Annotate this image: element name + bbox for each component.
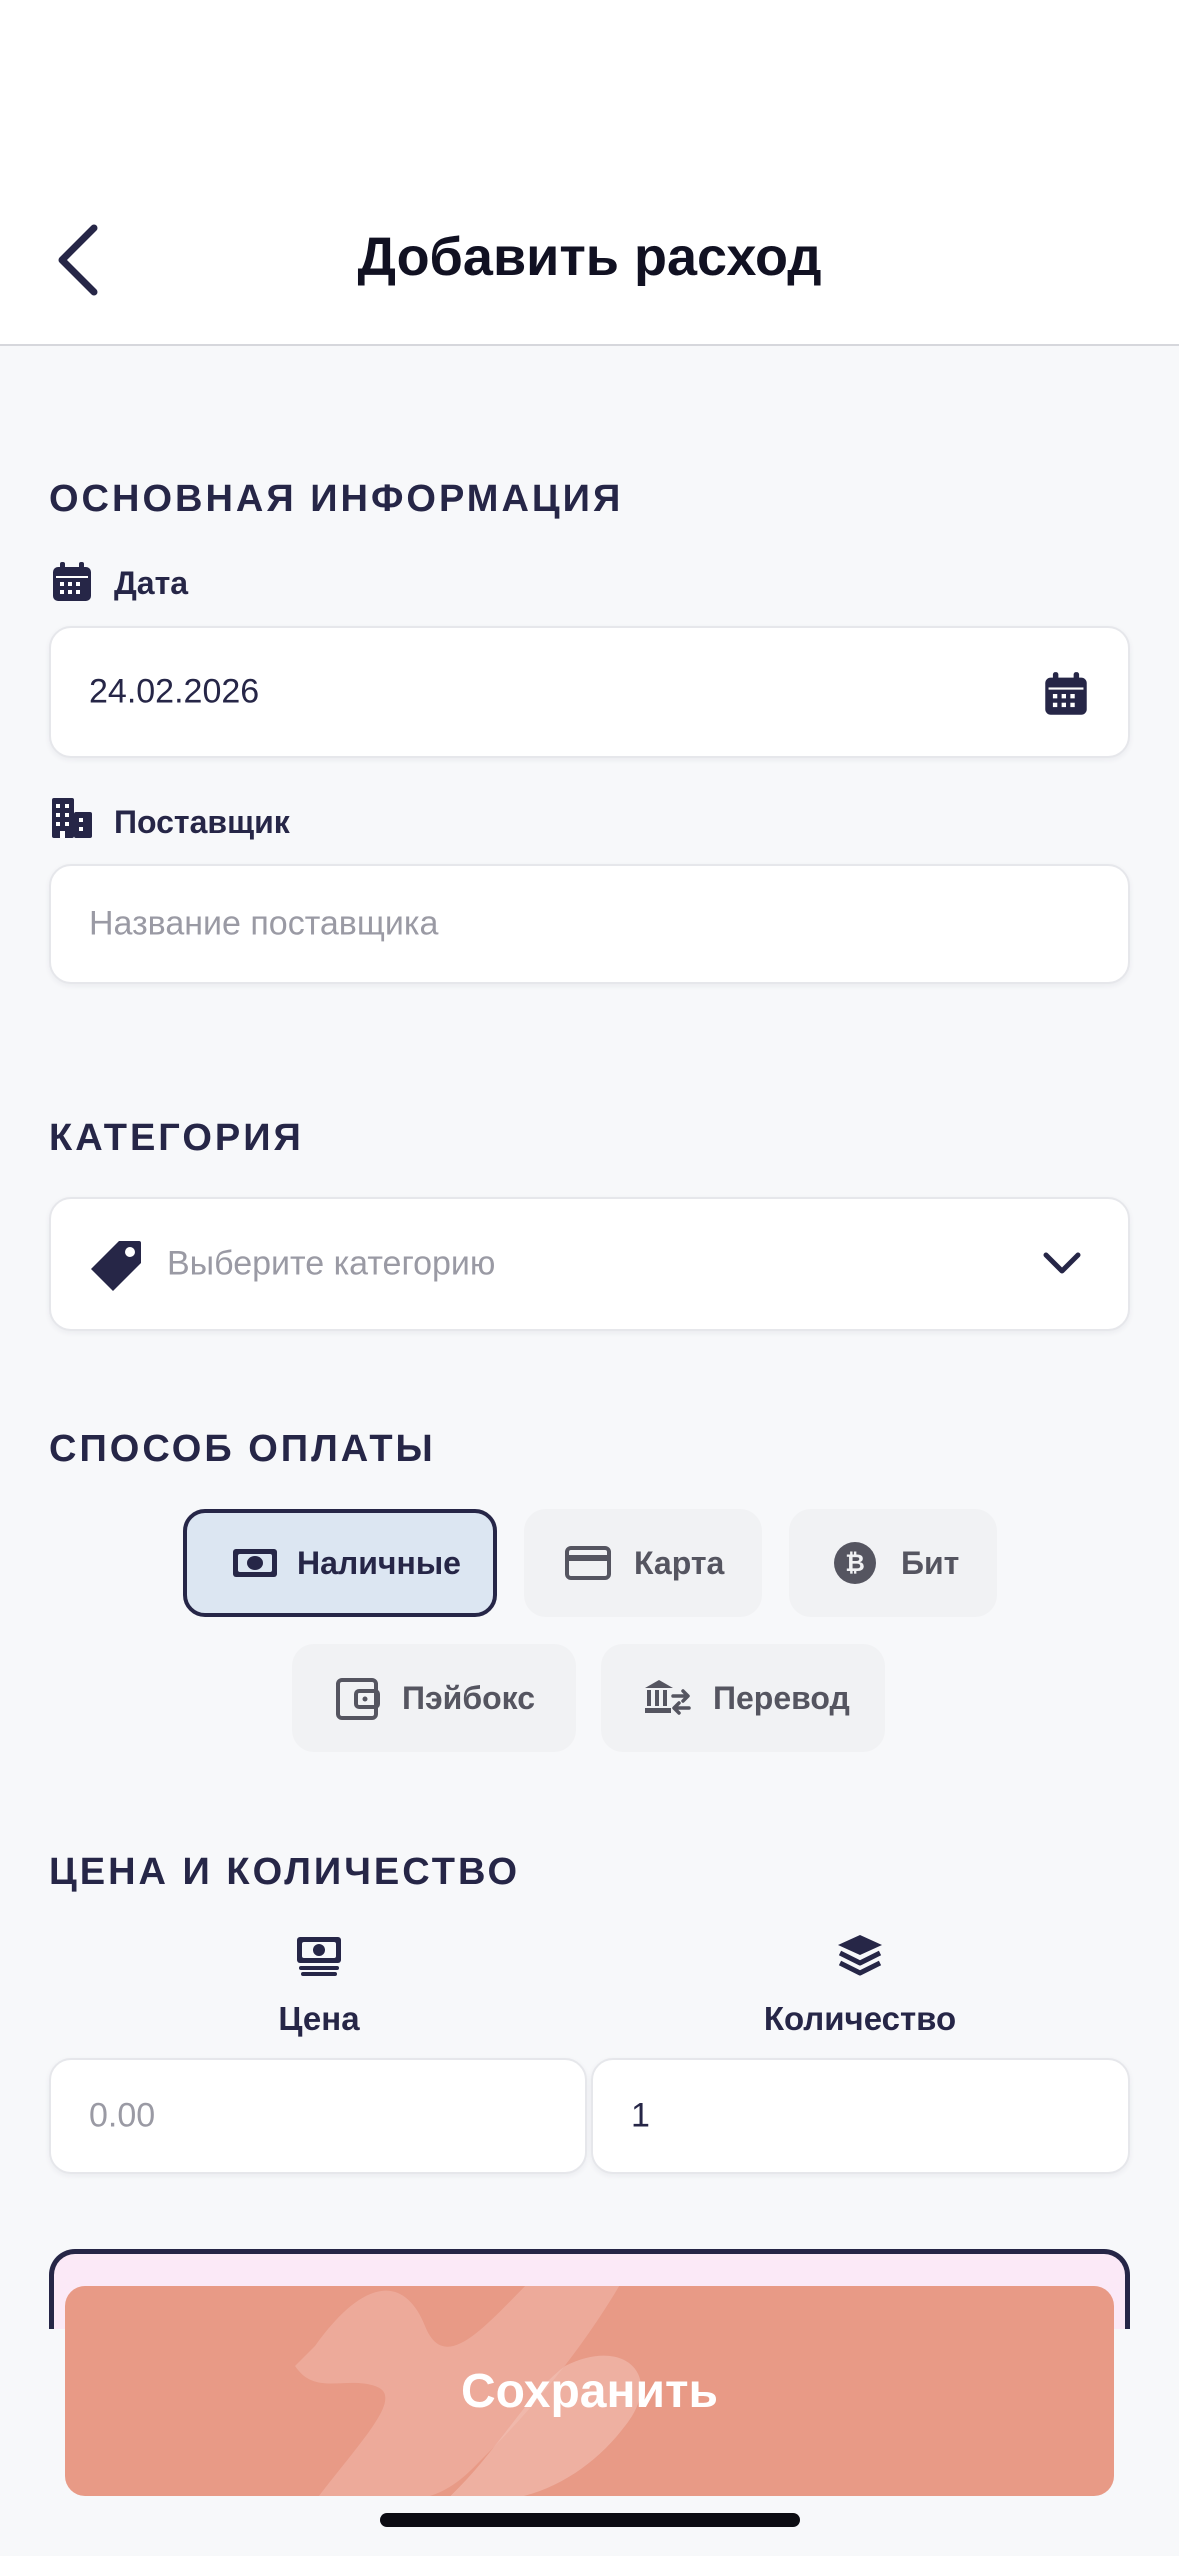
credit-card-icon bbox=[565, 1546, 611, 1580]
money-stack-icon bbox=[297, 1937, 341, 1976]
payment-option-card[interactable]: Карта bbox=[524, 1509, 762, 1617]
save-button-label: Сохранить bbox=[460, 2364, 718, 2418]
date-label: Дата bbox=[114, 565, 189, 601]
section-title-basic-info: ОСНОВНАЯ ИНФОРМАЦИЯ bbox=[49, 478, 624, 520]
payment-option-paybox[interactable]: Пэйбокс bbox=[292, 1644, 576, 1752]
quantity-label: Количество bbox=[763, 2000, 957, 2037]
supplier-input[interactable]: Название поставщика bbox=[49, 864, 1130, 984]
wallet-icon bbox=[336, 1678, 380, 1720]
payment-option-label: Наличные bbox=[297, 1544, 461, 1581]
price-placeholder: 0.00 bbox=[89, 2096, 156, 2135]
payment-option-label: Бит bbox=[901, 1544, 960, 1581]
home-indicator bbox=[380, 2513, 800, 2527]
section-title-payment: СПОСОБ ОПЛАТЫ bbox=[49, 1428, 436, 1470]
layers-icon bbox=[838, 1935, 882, 1976]
price-input[interactable]: 0.00 bbox=[49, 2058, 587, 2174]
section-title-category: КАТЕГОРИЯ bbox=[49, 1117, 304, 1159]
category-select[interactable]: Выберите категорию bbox=[49, 1197, 1130, 1331]
building-icon bbox=[52, 798, 92, 838]
payment-option-transfer[interactable]: Перевод bbox=[601, 1644, 885, 1752]
category-placeholder: Выберите категорию bbox=[167, 1244, 496, 1283]
bank-transfer-icon bbox=[645, 1680, 691, 1715]
quantity-value: 1 bbox=[631, 2096, 650, 2135]
page-title: Добавить расход bbox=[357, 227, 822, 287]
supplier-label: Поставщик bbox=[114, 804, 290, 840]
payment-option-label: Пэйбокс bbox=[402, 1679, 536, 1716]
chevron-down-icon bbox=[1043, 1252, 1081, 1274]
payment-option-cash[interactable]: Наличные bbox=[183, 1509, 497, 1617]
svg-text:₿: ₿ bbox=[845, 1549, 865, 1577]
payment-option-label: Карта bbox=[634, 1544, 725, 1581]
header: Добавить расход bbox=[0, 0, 1179, 346]
payment-option-label: Перевод bbox=[713, 1679, 850, 1716]
save-button[interactable]: Сохранить bbox=[65, 2286, 1114, 2496]
cash-icon bbox=[233, 1549, 277, 1577]
quantity-input[interactable]: 1 bbox=[591, 2058, 1130, 2174]
date-field[interactable]: 24.02.2026 bbox=[49, 626, 1130, 758]
bit-coin-icon: ₿ bbox=[834, 1542, 876, 1584]
date-value: 24.02.2026 bbox=[89, 672, 260, 711]
calendar-picker-icon[interactable] bbox=[1042, 670, 1090, 718]
price-label: Цена bbox=[278, 2000, 360, 2037]
section-title-price-quantity: ЦЕНА И КОЛИЧЕСТВО bbox=[49, 1851, 521, 1893]
tag-icon bbox=[91, 1241, 141, 1291]
payment-option-bit[interactable]: ₿ Бит bbox=[789, 1509, 997, 1617]
supplier-placeholder: Название поставщика bbox=[89, 904, 439, 943]
calendar-icon bbox=[53, 562, 91, 601]
